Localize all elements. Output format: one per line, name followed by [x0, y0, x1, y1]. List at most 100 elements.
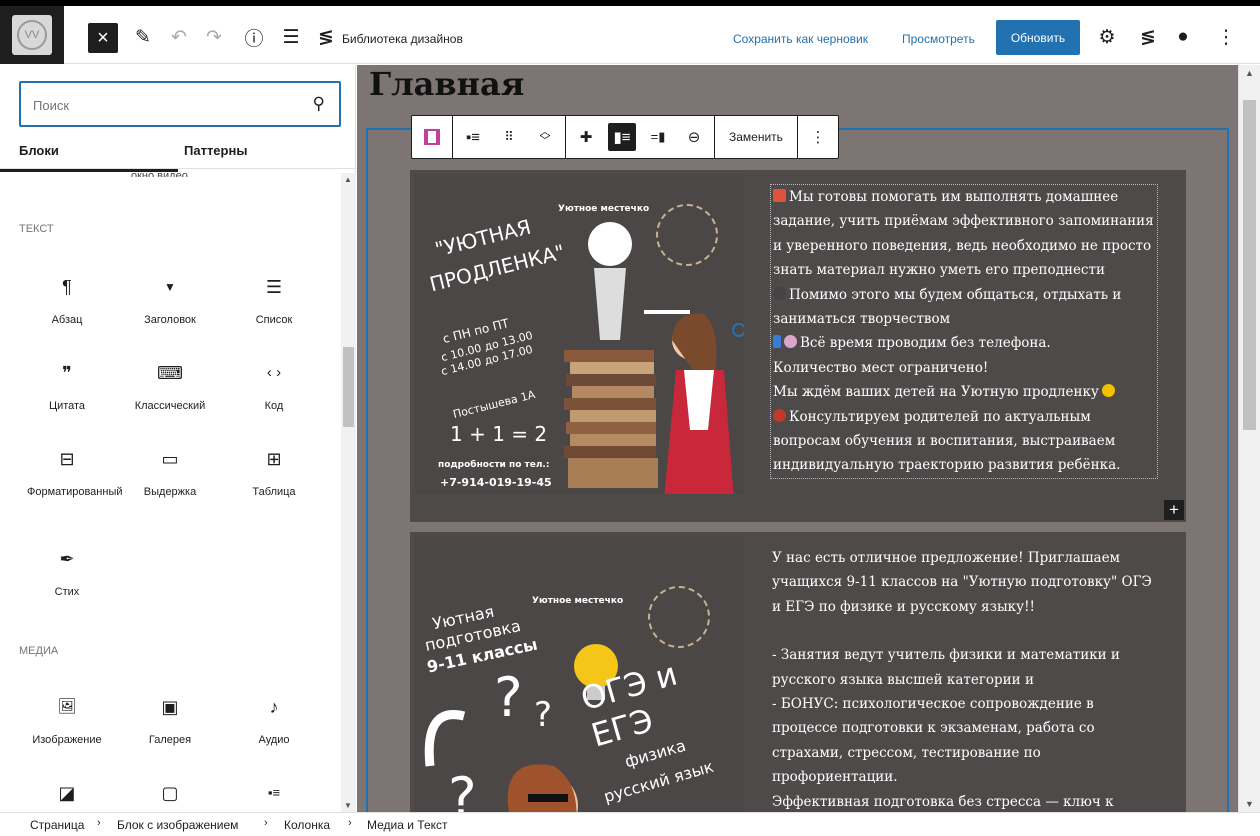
plugin-icon[interactable]: ≶	[1136, 23, 1160, 51]
block-list[interactable]: ☰ Список	[220, 275, 328, 327]
paragraph[interactable]: - Занятия ведут учитель физики и математ…	[772, 643, 1160, 692]
add-block-icon[interactable]: +	[1164, 500, 1184, 520]
scroll-up-icon[interactable]: ▲	[1245, 68, 1254, 78]
block-audio[interactable]: ♪ Аудио	[220, 695, 328, 747]
parent-block-icon[interactable]	[418, 123, 446, 151]
promo-image-podgotovka[interactable]: Уютное местечко Уютная подготовка 9-11 к…	[414, 536, 744, 812]
paragraph[interactable]: Мы готовы помогать им выполнять домашнее…	[773, 185, 1155, 283]
illustration-books-girl	[564, 222, 744, 494]
media-text-block[interactable]: Уютное местечко "УЮТНАЯ ПРОДЛЕНКА" с ПН …	[410, 170, 1186, 522]
block-code[interactable]: ‹ › Код	[220, 361, 328, 413]
search-input[interactable]	[33, 95, 293, 115]
tab-blocks[interactable]: Блоки	[19, 143, 59, 158]
canvas-scrollbar[interactable]: ▲ ▼	[1238, 65, 1260, 812]
block-paragraph[interactable]: ¶ Абзац	[13, 275, 121, 327]
scroll-down-icon[interactable]: ▼	[1245, 799, 1254, 809]
block-label: Стих	[54, 586, 80, 598]
preview-button[interactable]: Просмотреть	[902, 32, 975, 46]
block-verse[interactable]: ✒ Стих	[13, 547, 121, 599]
list-view-icon[interactable]: ☰	[279, 23, 303, 51]
close-icon[interactable]: ×	[88, 23, 118, 53]
redo-icon[interactable]: ↷	[203, 23, 225, 51]
paragraph[interactable]: Всё время проводим без телефона.	[773, 331, 1155, 355]
block-table[interactable]: ⊞ Таблица	[220, 447, 328, 499]
design-library-button[interactable]: Библиотека дизайнов	[342, 32, 463, 46]
logo-badge: VV	[12, 15, 52, 55]
paragraph[interactable]: - БОНУС: психологическое сопровождение в…	[772, 692, 1160, 790]
paragraph[interactable]: Консультируем родителей по актуальным во…	[773, 405, 1155, 478]
site-logo[interactable]: VV	[0, 6, 64, 64]
block-label: Код	[264, 400, 284, 412]
block-label: Изображение	[32, 734, 102, 746]
editor-canvas: Главная ▪≡ ⠿ ︿ ﹀ ✚ ▮≡ =▮ ⊖ Заменить ⋮ Уют…	[357, 65, 1238, 812]
search-icon[interactable]: ⚲	[313, 94, 325, 114]
block-preformatted[interactable]: ⊟ Форматированный	[13, 447, 123, 499]
list-icon: ☰	[265, 277, 283, 297]
undo-icon[interactable]: ↶	[168, 23, 190, 51]
link-icon[interactable]: ⊖	[680, 123, 708, 151]
paragraph[interactable]	[772, 619, 1160, 643]
preformatted-icon: ⊟	[59, 449, 75, 469]
block-quote[interactable]: ❞ Цитата	[13, 361, 121, 413]
scroll-down-icon[interactable]: ▼	[344, 801, 352, 810]
cutoff-block-label: окно видео	[131, 170, 188, 177]
category-text-title: ТЕКСТ	[19, 223, 54, 235]
paragraph[interactable]: Эффективная подготовка без стресса — клю…	[772, 790, 1160, 812]
block-label: Форматированный	[27, 486, 123, 498]
gallery-icon: ▣	[161, 697, 179, 717]
media-left-icon[interactable]: ▮≡	[608, 123, 636, 151]
drag-handle-icon[interactable]: ⠿	[495, 123, 523, 151]
paragraph[interactable]: Мы ждём ваших детей на Уютную продленку	[773, 380, 1155, 404]
block-file[interactable]: ▢	[116, 781, 224, 805]
move-arrows-icon[interactable]: ︿ ﹀	[531, 123, 559, 151]
update-button[interactable]: Обновить	[996, 20, 1080, 55]
scroll-up-icon[interactable]: ▲	[344, 175, 352, 184]
media-text-block-icon[interactable]: ▪≡	[459, 123, 487, 151]
image-brand-text: Уютное местечко	[532, 596, 624, 606]
block-cover[interactable]: ◪	[13, 781, 121, 805]
equation-text: 1 + 1 = 2	[450, 422, 548, 446]
breadcrumb-column[interactable]: Колонка	[284, 818, 330, 832]
block-image[interactable]: 🖼 Изображение	[13, 695, 121, 747]
breadcrumb-image-block[interactable]: Блок с изображением	[117, 818, 238, 832]
extra-plugin-icon[interactable]: ●	[1171, 23, 1195, 51]
replace-button[interactable]: Заменить	[721, 130, 791, 144]
sidebar-scroll-thumb[interactable]	[343, 347, 354, 427]
info-icon[interactable]: ⓘ	[242, 23, 266, 51]
breadcrumb-media-text[interactable]: Медиа и Текст	[367, 818, 448, 832]
paragraph-icon: ¶	[62, 277, 72, 297]
sidebar-scrollbar[interactable]: ▲ ▼	[341, 173, 356, 812]
block-label: Классический	[134, 400, 206, 412]
vertical-align-icon[interactable]: ✚	[572, 123, 600, 151]
block-classic[interactable]: ⌨ Классический	[116, 361, 224, 413]
canvas-scroll-thumb[interactable]	[1243, 100, 1256, 430]
settings-icon[interactable]: ⚙	[1095, 23, 1119, 51]
promo-image-prodlenka[interactable]: Уютное местечко "УЮТНАЯ ПРОДЛЕНКА" с ПН …	[414, 174, 744, 494]
tab-patterns[interactable]: Паттерны	[184, 143, 247, 158]
more-options-icon[interactable]: ⋮	[1215, 23, 1237, 51]
block-pullquote[interactable]: ▭ Выдержка	[116, 447, 224, 499]
text-content-2[interactable]: У нас есть отличное предложение! Приглаш…	[772, 546, 1160, 812]
text-content-1[interactable]: Мы готовы помогать им выполнять домашнее…	[770, 184, 1158, 479]
block-gallery[interactable]: ▣ Галерея	[116, 695, 224, 747]
pencil-icon[interactable]: ✎	[130, 23, 156, 51]
block-label: Выдержка	[143, 486, 197, 498]
category-media-title: МЕДИА	[19, 645, 59, 657]
page-title[interactable]: Главная	[369, 65, 524, 103]
emoji-icon	[773, 335, 781, 349]
block-label: Список	[255, 314, 293, 326]
paragraph[interactable]: Помимо этого мы будем общаться, отдыхать…	[773, 283, 1155, 332]
block-label: Галерея	[148, 734, 192, 746]
paragraph[interactable]: У нас есть отличное предложение! Приглаш…	[772, 546, 1160, 619]
breadcrumb-page[interactable]: Страница	[30, 818, 84, 832]
library-icon[interactable]: ≶	[314, 23, 338, 51]
block-media-text[interactable]: ▪≡	[220, 781, 328, 805]
block-heading[interactable]: ▼ Заголовок	[116, 275, 224, 327]
media-right-icon[interactable]: =▮	[644, 123, 672, 151]
media-text-block[interactable]: Уютное местечко Уютная подготовка 9-11 к…	[410, 532, 1186, 812]
paragraph[interactable]: Количество мест ограничено!	[773, 356, 1155, 380]
more-options-icon[interactable]: ⋮	[804, 123, 832, 151]
save-draft-button[interactable]: Сохранить как черновик	[733, 32, 868, 46]
verse-icon: ✒	[59, 549, 75, 569]
code-icon: ‹ ›	[266, 364, 282, 381]
